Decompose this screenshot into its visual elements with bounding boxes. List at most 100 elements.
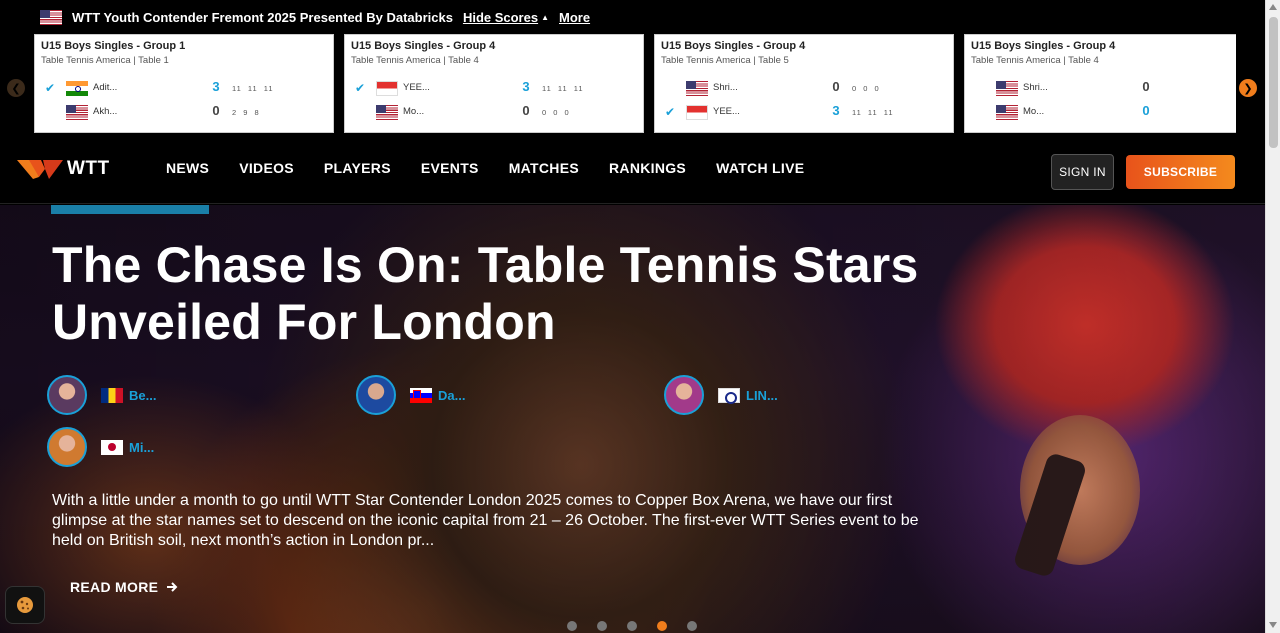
- chevron-left-icon: ❮: [11, 82, 21, 95]
- player-score: 0: [1142, 79, 1150, 94]
- featured-player[interactable]: Mi...: [47, 427, 154, 467]
- winner-check-icon: ✔: [665, 105, 676, 119]
- featured-player[interactable]: Da...: [356, 375, 465, 415]
- player-name: Da...: [438, 387, 466, 403]
- player-name: Adit...: [93, 82, 118, 93]
- match-title: U15 Boys Singles - Group 4: [661, 40, 806, 52]
- game-scores: 0 0 0: [542, 108, 570, 117]
- nav-item-players[interactable]: PLAYERS: [324, 160, 391, 176]
- hero-headline[interactable]: The Chase Is On: Table Tennis Stars Unve…: [52, 237, 952, 351]
- game-scores: 11 11 11: [852, 108, 894, 117]
- carousel-dot-4[interactable]: [657, 621, 667, 631]
- slovenia-flag-icon: [410, 387, 432, 403]
- event-title[interactable]: WTT Youth Contender Fremont 2025 Present…: [72, 10, 453, 25]
- match-title: U15 Boys Singles - Group 4: [971, 40, 1116, 52]
- event-header: WTT Youth Contender Fremont 2025 Present…: [40, 7, 590, 27]
- match-venue: Table Tennis America | Table 4: [351, 55, 479, 66]
- score-card[interactable]: U15 Boys Singles - Group 1 Table Tennis …: [34, 34, 334, 133]
- player-row: ✔ YEE... 3 11 11 11: [345, 79, 643, 98]
- nav-item-rankings[interactable]: RANKINGS: [609, 160, 686, 176]
- hero-excerpt: With a little under a month to go until …: [52, 492, 919, 549]
- score-cards: U15 Boys Singles - Group 1 Table Tennis …: [34, 34, 1236, 133]
- nav-item-videos[interactable]: VIDEOS: [239, 160, 294, 176]
- wtt-logo[interactable]: WTT: [17, 157, 110, 181]
- caret-up-icon: ▲: [541, 12, 550, 22]
- player-row: Shri... 0 0 0 0: [655, 79, 953, 98]
- singapore-flag-icon: [686, 105, 708, 120]
- romania-flag-icon: [101, 387, 123, 403]
- player-score: 0: [832, 79, 840, 94]
- read-more-label: READ MORE: [70, 579, 159, 595]
- japan-flag-icon: [101, 439, 123, 455]
- usa-flag-icon: [66, 105, 88, 120]
- player-score: 3: [522, 79, 530, 94]
- player-name: Mo...: [1023, 106, 1045, 117]
- india-flag-icon: [66, 81, 88, 96]
- player-avatar: [664, 375, 704, 415]
- game-scores: 2 9 8: [232, 108, 260, 117]
- player-name: Shri...: [1023, 82, 1048, 93]
- winner-check-icon: ✔: [355, 81, 366, 95]
- subscribe-button[interactable]: SUBSCRIBE: [1126, 155, 1235, 189]
- player-score: 3: [212, 79, 220, 94]
- player-row: ✔ YEE... 3 11 11 11: [655, 103, 953, 122]
- game-scores: 11 11 11: [232, 84, 274, 93]
- hero-accent-bar: [51, 205, 209, 214]
- logo-text: WTT: [67, 158, 110, 179]
- usa-flag-icon: [40, 9, 62, 25]
- match-venue: Table Tennis America | Table 4: [971, 55, 1099, 66]
- player-name: YEE...: [713, 106, 740, 117]
- player-avatar: [47, 375, 87, 415]
- scores-prev-button[interactable]: ❮: [7, 79, 25, 97]
- nav-item-events[interactable]: EVENTS: [421, 160, 479, 176]
- featured-player[interactable]: LIN...: [664, 375, 778, 415]
- nav-item-news[interactable]: NEWS: [166, 160, 209, 176]
- chevron-right-icon: ❯: [1243, 82, 1253, 95]
- carousel-dots: [567, 621, 697, 631]
- nav-item-watch-live[interactable]: WATCH LIVE: [716, 160, 804, 176]
- nav-item-matches[interactable]: MATCHES: [509, 160, 579, 176]
- scroll-down-arrow-icon[interactable]: [1269, 622, 1277, 628]
- wtt-logo-mark-icon: [17, 160, 63, 179]
- hide-scores-link[interactable]: Hide Scores ▲: [463, 10, 549, 25]
- player-row: Akh... 0 2 9 8: [35, 103, 333, 122]
- page-scrollbar[interactable]: [1265, 0, 1280, 633]
- singapore-flag-icon: [376, 81, 398, 96]
- carousel-dot-3[interactable]: [627, 621, 637, 631]
- cookie-icon: [17, 597, 33, 613]
- score-card[interactable]: U15 Boys Singles - Group 4 Table Tennis …: [344, 34, 644, 133]
- live-scores-bar: WTT Youth Contender Fremont 2025 Present…: [0, 0, 1265, 140]
- score-card[interactable]: U15 Boys Singles - Group 4 Table Tennis …: [964, 34, 1236, 133]
- player-row: Mo... 0: [965, 103, 1236, 122]
- player-score: 3: [832, 103, 840, 118]
- player-name: Shri...: [713, 82, 738, 93]
- usa-flag-icon: [376, 105, 398, 120]
- scroll-up-arrow-icon[interactable]: [1269, 4, 1277, 10]
- carousel-dot-1[interactable]: [567, 621, 577, 631]
- carousel-dot-5[interactable]: [687, 621, 697, 631]
- more-link[interactable]: More: [559, 10, 590, 25]
- scores-next-button[interactable]: ❯: [1239, 79, 1257, 97]
- nav-menu: NEWS VIDEOS PLAYERS EVENTS MATCHES RANKI…: [166, 160, 804, 176]
- match-venue: Table Tennis America | Table 1: [41, 55, 169, 66]
- scrollbar-thumb[interactable]: [1269, 17, 1278, 148]
- game-scores: 0 0 0: [852, 84, 880, 93]
- match-venue: Table Tennis America | Table 5: [661, 55, 789, 66]
- featured-player[interactable]: Be...: [47, 375, 156, 415]
- usa-flag-icon: [996, 81, 1018, 96]
- player-score: 0: [522, 103, 530, 118]
- hero-carousel: The Chase Is On: Table Tennis Stars Unve…: [0, 205, 1265, 633]
- player-name: Akh...: [93, 106, 118, 117]
- main-navigation: WTT NEWS VIDEOS PLAYERS EVENTS MATCHES R…: [0, 140, 1265, 204]
- player-score: 0: [1142, 103, 1150, 118]
- read-more-link[interactable]: READ MORE: [70, 579, 178, 595]
- player-row: Shri... 0: [965, 79, 1236, 98]
- cookie-settings-button[interactable]: [5, 586, 45, 624]
- usa-flag-icon: [996, 105, 1018, 120]
- player-avatar: [47, 427, 87, 467]
- sign-in-button[interactable]: SIGN IN: [1051, 154, 1114, 190]
- carousel-dot-2[interactable]: [597, 621, 607, 631]
- score-card[interactable]: U15 Boys Singles - Group 4 Table Tennis …: [654, 34, 954, 133]
- player-row: Mo... 0 0 0 0: [345, 103, 643, 122]
- player-name: LIN...: [746, 387, 778, 403]
